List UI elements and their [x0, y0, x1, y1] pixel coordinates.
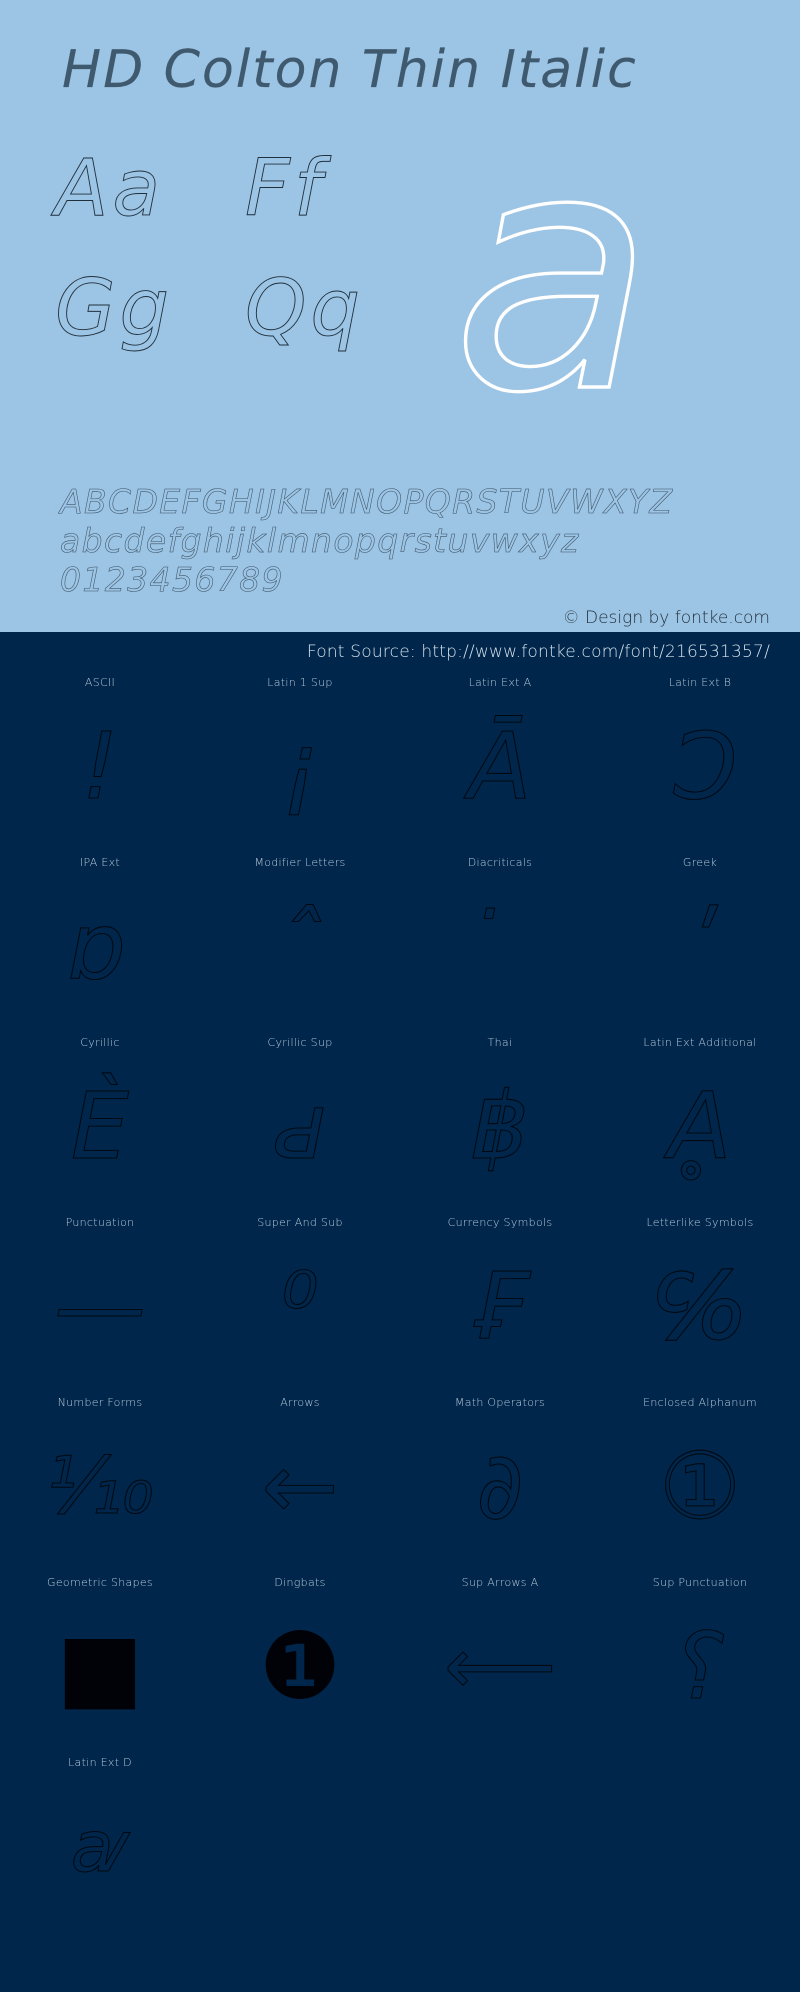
unicode-block-cell[interactable]: Modifier Letters ˆ	[200, 856, 400, 1036]
unicode-block-cell[interactable]: Latin Ext Additional Ḁ	[600, 1036, 800, 1216]
unicode-block-row: Geometric Shapes ■ Dingbats ❶ Sup Arrows A ⟵ S…	[0, 1576, 800, 1756]
unicode-block-label: ASCII	[84, 676, 116, 689]
unicode-block-label: Latin Ext D	[68, 1756, 132, 1769]
unicode-block-row: IPA ExtɒModifier LettersˆDiacriticalṡGr…	[0, 856, 800, 1036]
unicode-block-glyph: ⟵	[444, 1622, 557, 1712]
unicode-block-label: Currency Symbols	[447, 1216, 553, 1229]
unicode-block-row: Number Forms ⅒ Arrows ← Math Operators ∂ Enclo…	[0, 1396, 800, 1576]
unicode-block-label: Thai	[487, 1036, 513, 1049]
unicode-block-glyph: ⸮	[675, 1613, 725, 1720]
unicode-block-label: Enclosed Alphanum	[643, 1396, 757, 1409]
unicode-block-glyph: ①	[658, 1433, 742, 1540]
unicode-block-cell[interactable]: Arrows ←	[200, 1396, 400, 1576]
unicode-block-label: Diacriticals	[467, 856, 533, 869]
unicode-block-cell[interactable]: Cyrillic Sup ԁ	[200, 1036, 400, 1216]
unicode-block-cell[interactable]: Sup Punctuation ⸮	[600, 1576, 800, 1756]
font-source-url[interactable]: Font Source: http://www.fontke.com/font/…	[307, 642, 770, 662]
alphabet-digits: 0123456789	[60, 560, 284, 600]
unicode-block-glyph: ˆ	[276, 893, 323, 1000]
unicode-block-label: Latin Ext B	[668, 676, 732, 689]
unicode-block-glyph: Ā	[468, 713, 532, 820]
alphabet-uppercase: ABCDEFGHIJKLMNOPQRSTUVWXYZ	[60, 482, 674, 522]
alphabet-block: ABCDEFGHIJKLMNOPQRSTUVWXYZ abcdefghijklm…	[60, 482, 760, 600]
unicode-block-glyph: ❶	[258, 1613, 342, 1720]
unicode-block-label: Cyrillic	[80, 1036, 120, 1049]
unicode-block-cell[interactable]: Letterlike Symbols ℅	[600, 1216, 800, 1396]
unicode-block-glyph: ←	[261, 1433, 339, 1540]
unicode-block-label: Letterlike Symbols	[646, 1216, 754, 1229]
unicode-block-label: Super And Sub	[257, 1216, 343, 1229]
unicode-block-glyph: ɒ	[70, 893, 130, 1000]
unicode-block-glyph: ԁ	[272, 1073, 328, 1180]
unicode-block-cell[interactable]: IPA Ext ɒ	[0, 856, 200, 1036]
unicode-block-cell[interactable]: Cyrillic Ѐ	[0, 1036, 200, 1216]
unicode-block-label: Latin Ext Additional	[643, 1036, 757, 1049]
unicode-block-cell[interactable]: Diacriticalṡ	[400, 856, 600, 1036]
letter-pair-grid: Aa Ff Gg Qq	[55, 150, 415, 400]
unicode-block-cell[interactable]: Sup Arrows A ⟵	[400, 1576, 600, 1756]
unicode-block-label: Geometric Shapes	[47, 1576, 153, 1589]
unicode-block-cell[interactable]: Currency Symbols ₣	[400, 1216, 600, 1396]
unicode-block-cell[interactable]: Latin 1 Sup ¡	[200, 676, 400, 856]
unicode-block-glyph: Ɔ	[667, 713, 733, 820]
unicode-block-grid: ASCII! Latin 1 Sup ¡ Latin Ext A Ā Latin Ext …	[0, 676, 800, 1936]
unicode-block-label: Number Forms	[57, 1396, 143, 1409]
unicode-block-cell[interactable]: Thai ฿	[400, 1036, 600, 1216]
letter-pair-aa: Aa	[55, 144, 165, 234]
unicode-block-cell[interactable]: Math Operators ∂	[400, 1396, 600, 1576]
unicode-block-glyph: ̇	[400, 872, 600, 1022]
unicode-block-label: Arrows	[280, 1396, 320, 1409]
unicode-block-glyph: ¡	[281, 713, 319, 820]
unicode-block-glyph: Ḁ	[668, 1073, 732, 1180]
copyright-notice: © Design by fontke.com	[562, 608, 770, 628]
unicode-block-row: Latin Ext D ꜹ	[0, 1756, 800, 1936]
letter-pair-gg: Gg	[55, 264, 173, 354]
unicode-block-glyph: ∂	[476, 1433, 525, 1540]
unicode-block-cell[interactable]: Punctuation —	[0, 1216, 200, 1396]
unicode-block-label: Greek	[682, 856, 718, 869]
unicode-block-cell[interactable]: Latin Ext B Ɔ	[600, 676, 800, 856]
unicode-block-cell[interactable]: Dingbats ❶	[200, 1576, 400, 1756]
unicode-block-cell[interactable]: Number Forms ⅒	[0, 1396, 200, 1576]
unicode-block-glyph: !	[81, 713, 119, 820]
unicode-block-glyph: —	[53, 1253, 146, 1360]
unicode-block-cell[interactable]: Enclosed Alphanum ①	[600, 1396, 800, 1576]
unicode-block-row: Cyrillic Ѐ Cyrillic Sup ԁ Thai ฿ Latin Ext Add…	[0, 1036, 800, 1216]
unicode-block-label: Latin 1 Sup	[267, 676, 333, 689]
unicode-block-glyph: ⁰	[281, 1253, 319, 1360]
alphabet-lowercase: abcdefghijklmnopqrstuvwxyz	[60, 521, 580, 561]
hero-glyph-a: a	[450, 81, 656, 465]
specimen-dark-panel: Font Source: http://www.fontke.com/font/…	[0, 632, 800, 1992]
unicode-block-cell[interactable]: Latin Ext A Ā	[400, 676, 600, 856]
letter-pair-qq: Qq	[245, 264, 364, 354]
unicode-block-glyph: ฿	[470, 1073, 530, 1180]
unicode-block-cell[interactable]: ASCII!	[0, 676, 200, 856]
unicode-block-label: Cyrillic Sup	[267, 1036, 333, 1049]
unicode-block-glyph: ■	[56, 1613, 144, 1720]
unicode-block-label: Latin Ext A	[468, 676, 532, 689]
unicode-block-label: Math Operators	[454, 1396, 546, 1409]
unicode-block-cell[interactable]: Geometric Shapes ■	[0, 1576, 200, 1756]
unicode-block-label: Sup Punctuation	[652, 1576, 748, 1589]
unicode-block-label: Punctuation	[65, 1216, 135, 1229]
unicode-block-row: ASCII! Latin 1 Sup ¡ Latin Ext A Ā Latin Ext …	[0, 676, 800, 856]
unicode-block-cell[interactable]: Greek ʹ	[600, 856, 800, 1036]
unicode-block-glyph: Ѐ	[70, 1073, 130, 1180]
unicode-block-cell[interactable]: Latin Ext D ꜹ	[0, 1756, 200, 1936]
unicode-block-label: IPA Ext	[79, 856, 121, 869]
letter-pair-ff: Ff	[245, 144, 326, 234]
unicode-block-glyph: ꜹ	[71, 1806, 129, 1888]
unicode-block-label: Dingbats	[274, 1576, 326, 1589]
unicode-block-glyph: ₣	[470, 1253, 530, 1360]
specimen-light-panel: HD Colton Thin Italic Aa Ff Gg Qq a ABCD…	[0, 0, 800, 632]
unicode-block-glyph: ⅒	[46, 1442, 154, 1532]
unicode-block-glyph: ʹ	[687, 893, 714, 1000]
unicode-block-glyph: ℅	[655, 1253, 745, 1360]
unicode-block-label: Sup Arrows A	[461, 1576, 539, 1589]
unicode-block-row: Punctuation — Super And Sub ⁰ Currency Symbo…	[0, 1216, 800, 1396]
unicode-block-cell[interactable]: Super And Sub ⁰	[200, 1216, 400, 1396]
unicode-block-label: Modifier Letters	[254, 856, 346, 869]
